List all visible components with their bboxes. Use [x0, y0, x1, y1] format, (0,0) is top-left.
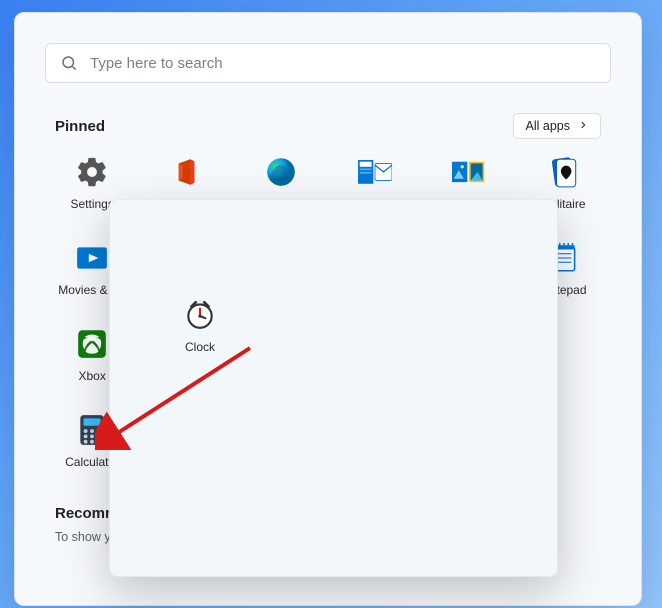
clock-icon: [183, 298, 217, 332]
all-apps-button[interactable]: All apps: [513, 113, 601, 139]
photos-icon: [452, 155, 486, 189]
edge-icon: [264, 155, 298, 189]
mail-icon: [358, 155, 392, 189]
search-icon: [60, 54, 78, 72]
solitaire-icon: [547, 155, 581, 189]
calculator-icon: [75, 413, 109, 447]
app-label: Settings: [70, 197, 113, 211]
gear-icon: [75, 155, 109, 189]
search-input[interactable]: [90, 55, 596, 72]
all-apps-label: All apps: [526, 119, 570, 133]
app-label: Xbox: [78, 369, 105, 383]
xbox-icon: [75, 327, 109, 361]
pinned-header: Pinned: [55, 118, 105, 135]
search-box[interactable]: [45, 43, 611, 83]
chevron-right-icon: [578, 119, 588, 133]
pinned-group-popup[interactable]: Clock: [109, 199, 558, 577]
app-clock[interactable]: Clock: [160, 298, 240, 354]
app-label: Clock: [185, 340, 215, 354]
office-icon: [169, 155, 203, 189]
movies-tv-icon: [75, 241, 109, 275]
